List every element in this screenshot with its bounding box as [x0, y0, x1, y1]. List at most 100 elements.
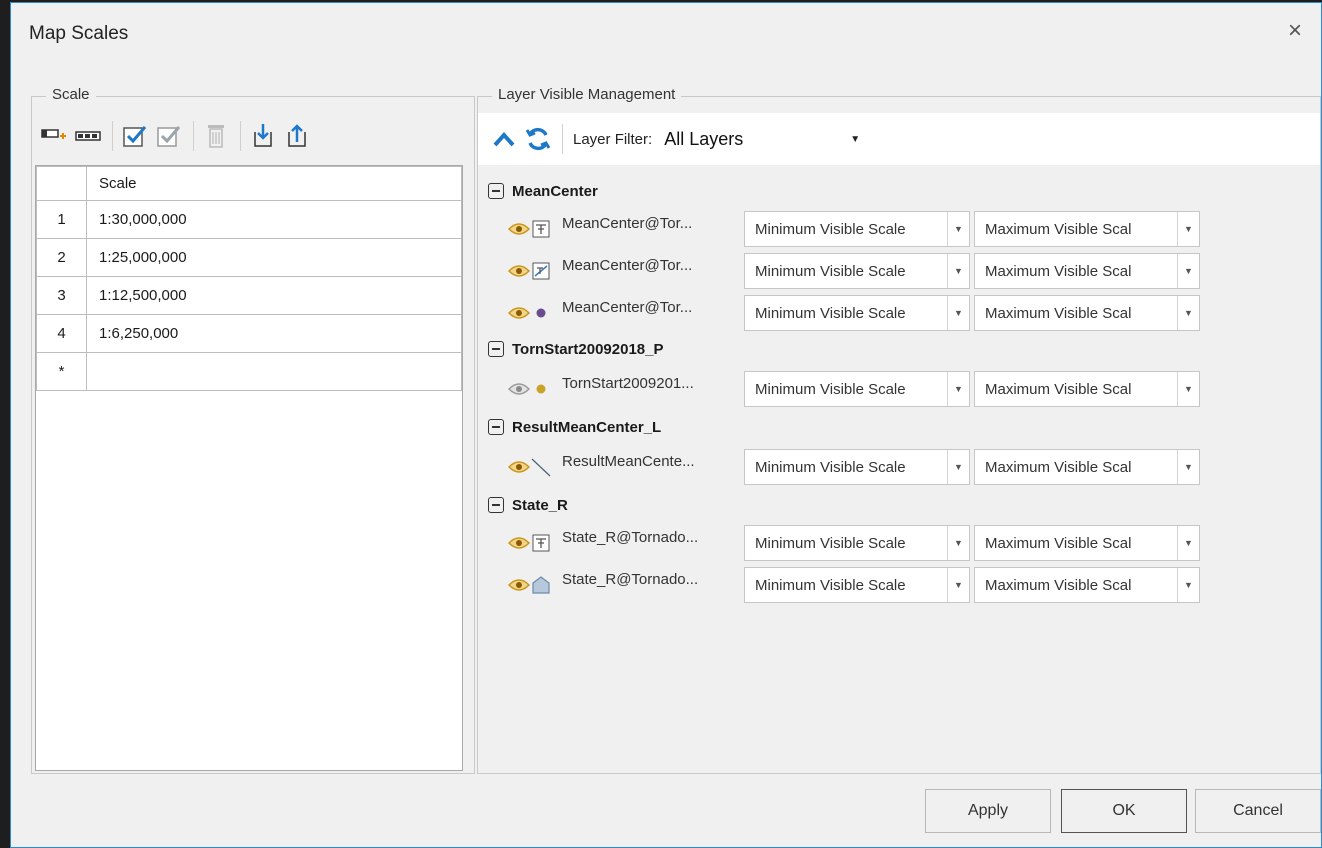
scale-cell[interactable]: 1:25,000,000: [86, 238, 462, 277]
label-icon: [530, 218, 552, 240]
point-icon: [530, 302, 552, 324]
select-all-icon[interactable]: [119, 120, 151, 152]
max-visible-scale-combo[interactable]: Maximum Visible Scal ▼: [974, 295, 1200, 331]
combo-text: Maximum Visible Scal: [985, 262, 1132, 280]
combo-text: Maximum Visible Scal: [985, 534, 1132, 552]
table-row[interactable]: 2 1:25,000,000: [36, 238, 462, 277]
layer-row: State_R@Tornado... Minimum Visible Scale…: [508, 565, 1204, 605]
combo-text: Minimum Visible Scale: [755, 380, 906, 398]
max-visible-scale-combo[interactable]: Maximum Visible Scal ▼: [974, 211, 1200, 247]
layer-group-resultmeancenter[interactable]: ResultMeanCenter_L: [488, 413, 661, 441]
group-name: ResultMeanCenter_L: [512, 418, 662, 436]
row-number: 2: [36, 238, 87, 277]
layer-name: MeanCenter@Tor...: [562, 298, 693, 316]
eye-icon[interactable]: [508, 456, 530, 478]
layer-group-legend: Layer Visible Management: [492, 86, 682, 103]
chevron-down-icon[interactable]: ▼: [947, 568, 969, 602]
line-icon: [530, 456, 552, 478]
chevron-down-icon[interactable]: ▼: [1177, 450, 1199, 484]
collapse-minus-icon[interactable]: [488, 341, 504, 357]
eye-icon[interactable]: [508, 218, 530, 240]
chevron-down-icon[interactable]: ▼: [947, 212, 969, 246]
toolbar-separator: [240, 121, 241, 151]
min-visible-scale-combo[interactable]: Minimum Visible Scale ▼: [744, 371, 970, 407]
scale-cell[interactable]: 1:6,250,000: [86, 314, 462, 353]
ok-button[interactable]: OK: [1061, 789, 1187, 833]
chevron-down-icon[interactable]: ▼: [1177, 526, 1199, 560]
layer-name: ResultMeanCente...: [562, 452, 695, 470]
collapse-minus-icon[interactable]: [488, 183, 504, 199]
import-icon[interactable]: [247, 120, 279, 152]
table-row[interactable]: 1 1:30,000,000: [36, 200, 462, 239]
scale-cell[interactable]: [86, 352, 462, 391]
layer-group-meancenter[interactable]: MeanCenter: [488, 177, 598, 205]
combo-text: Minimum Visible Scale: [755, 304, 906, 322]
layer-name: MeanCenter@Tor...: [562, 256, 693, 274]
layer-filter-select[interactable]: All Layers: [664, 129, 850, 150]
collapse-minus-icon[interactable]: [488, 497, 504, 513]
map-scales-dialog: Map Scales × Scale Scale 1 1:30,000,000 …: [10, 2, 1322, 848]
chevron-down-icon[interactable]: ▼: [1177, 372, 1199, 406]
label-icon: [530, 532, 552, 554]
add-multiple-icon[interactable]: [72, 120, 104, 152]
max-visible-scale-combo[interactable]: Maximum Visible Scal ▼: [974, 371, 1200, 407]
export-icon[interactable]: [281, 120, 313, 152]
layer-group-tornstart[interactable]: TornStart20092018_P: [488, 335, 663, 363]
chevron-down-icon[interactable]: ▼: [947, 296, 969, 330]
max-visible-scale-combo[interactable]: Maximum Visible Scal ▼: [974, 253, 1200, 289]
eye-icon[interactable]: [508, 532, 530, 554]
eye-icon[interactable]: [508, 260, 530, 282]
toolbar-separator: [562, 124, 563, 154]
delete-icon[interactable]: [200, 120, 232, 152]
combo-text: Maximum Visible Scal: [985, 576, 1132, 594]
close-icon[interactable]: ×: [1281, 17, 1309, 45]
scale-cell[interactable]: 1:12,500,000: [86, 276, 462, 315]
refresh-icon[interactable]: [522, 123, 554, 155]
chevron-down-icon[interactable]: ▼: [947, 372, 969, 406]
min-visible-scale-combo[interactable]: Minimum Visible Scale ▼: [744, 253, 970, 289]
eye-hidden-icon[interactable]: [508, 378, 530, 400]
cancel-button[interactable]: Cancel: [1195, 789, 1321, 833]
combo-text: Minimum Visible Scale: [755, 220, 906, 238]
min-visible-scale-combo[interactable]: Minimum Visible Scale ▼: [744, 525, 970, 561]
select-invert-icon[interactable]: [153, 120, 185, 152]
chevron-down-icon[interactable]: ▼: [1177, 212, 1199, 246]
max-visible-scale-combo[interactable]: Maximum Visible Scal ▼: [974, 449, 1200, 485]
layer-row: MeanCenter@Tor... Minimum Visible Scale ▼…: [508, 209, 1204, 249]
min-visible-scale-combo[interactable]: Minimum Visible Scale ▼: [744, 211, 970, 247]
eye-icon[interactable]: [508, 302, 530, 324]
row-number-header: [36, 166, 87, 201]
chevron-down-icon[interactable]: ▼: [1177, 568, 1199, 602]
chevron-down-icon[interactable]: ▼: [850, 134, 860, 145]
group-name: State_R: [512, 496, 568, 514]
collapse-minus-icon[interactable]: [488, 419, 504, 435]
scale-cell[interactable]: 1:30,000,000: [86, 200, 462, 239]
collapse-up-icon[interactable]: [488, 123, 520, 155]
chevron-down-icon[interactable]: ▼: [1177, 254, 1199, 288]
combo-text: Minimum Visible Scale: [755, 262, 906, 280]
chevron-down-icon[interactable]: ▼: [1177, 296, 1199, 330]
apply-button[interactable]: Apply: [925, 789, 1051, 833]
layer-group-state-r[interactable]: State_R: [488, 491, 568, 519]
min-visible-scale-combo[interactable]: Minimum Visible Scale ▼: [744, 449, 970, 485]
chevron-down-icon[interactable]: ▼: [947, 450, 969, 484]
chevron-down-icon[interactable]: ▼: [947, 526, 969, 560]
layer-name: State_R@Tornado...: [562, 528, 699, 546]
eye-icon[interactable]: [508, 574, 530, 596]
min-visible-scale-combo[interactable]: Minimum Visible Scale ▼: [744, 567, 970, 603]
combo-text: Minimum Visible Scale: [755, 534, 906, 552]
layer-name: State_R@Tornado...: [562, 570, 699, 588]
min-visible-scale-combo[interactable]: Minimum Visible Scale ▼: [744, 295, 970, 331]
table-row-new[interactable]: *: [36, 352, 462, 391]
scale-column-header[interactable]: Scale: [86, 166, 462, 201]
scale-table: Scale 1 1:30,000,000 2 1:25,000,000 3 1:…: [35, 165, 463, 771]
table-row[interactable]: 4 1:6,250,000: [36, 314, 462, 353]
max-visible-scale-combo[interactable]: Maximum Visible Scal ▼: [974, 567, 1200, 603]
point-icon: [530, 378, 552, 400]
label-line-icon: [530, 260, 552, 282]
max-visible-scale-combo[interactable]: Maximum Visible Scal ▼: [974, 525, 1200, 561]
add-scale-icon[interactable]: [38, 120, 70, 152]
table-row[interactable]: 3 1:12,500,000: [36, 276, 462, 315]
chevron-down-icon[interactable]: ▼: [947, 254, 969, 288]
table-header-row: Scale: [36, 166, 462, 201]
